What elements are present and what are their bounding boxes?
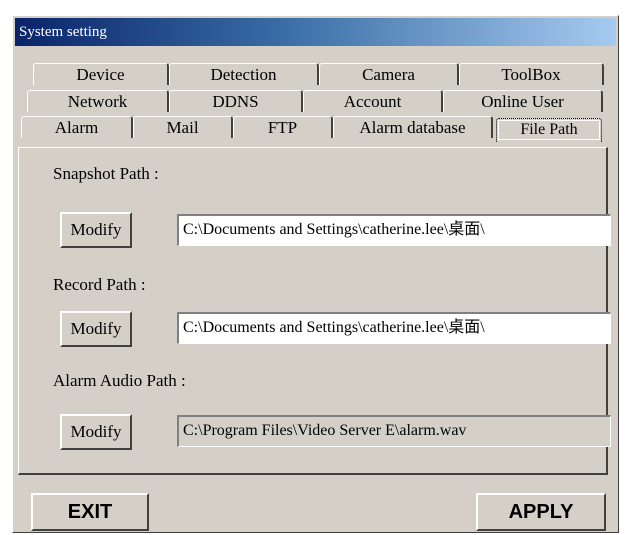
snapshot-path-label: Snapshot Path : bbox=[53, 164, 159, 183]
tab-mail[interactable]: Mail bbox=[133, 116, 233, 138]
window-title: System setting bbox=[15, 18, 616, 46]
tab-ddns[interactable]: DDNS bbox=[169, 90, 303, 112]
exit-button[interactable]: EXIT bbox=[31, 493, 149, 531]
tab-alarm-database[interactable]: Alarm database bbox=[333, 116, 493, 138]
tab-device[interactable]: Device bbox=[33, 63, 169, 85]
alarm-audio-modify-button[interactable]: Modify bbox=[60, 414, 132, 450]
tab-toolbox[interactable]: ToolBox bbox=[459, 63, 604, 85]
tab-network[interactable]: Network bbox=[27, 90, 169, 112]
snapshot-modify-button[interactable]: Modify bbox=[60, 212, 132, 248]
snapshot-path-field[interactable]: C:\Documents and Settings\catherine.lee\… bbox=[177, 214, 611, 246]
tab-detection[interactable]: Detection bbox=[169, 63, 319, 85]
record-path-label: Record Path : bbox=[53, 275, 146, 294]
tab-online-user[interactable]: Online User bbox=[443, 90, 603, 112]
tab-account[interactable]: Account bbox=[303, 90, 443, 112]
alarm-audio-path-field: C:\Program Files\Video Server E\alarm.wa… bbox=[177, 415, 611, 447]
record-modify-button[interactable]: Modify bbox=[60, 311, 132, 347]
alarm-audio-path-label: Alarm Audio Path : bbox=[53, 371, 186, 390]
record-path-field[interactable]: C:\Documents and Settings\catherine.lee\… bbox=[177, 312, 611, 344]
file-path-panel: Snapshot Path : Modify C:\Documents and … bbox=[18, 147, 611, 475]
tab-camera[interactable]: Camera bbox=[319, 63, 459, 85]
tab-alarm[interactable]: Alarm bbox=[21, 116, 133, 138]
tab-ftp[interactable]: FTP bbox=[233, 116, 333, 138]
apply-button[interactable]: APPLY bbox=[476, 493, 606, 531]
tab-file-path[interactable]: File Path bbox=[496, 118, 602, 142]
